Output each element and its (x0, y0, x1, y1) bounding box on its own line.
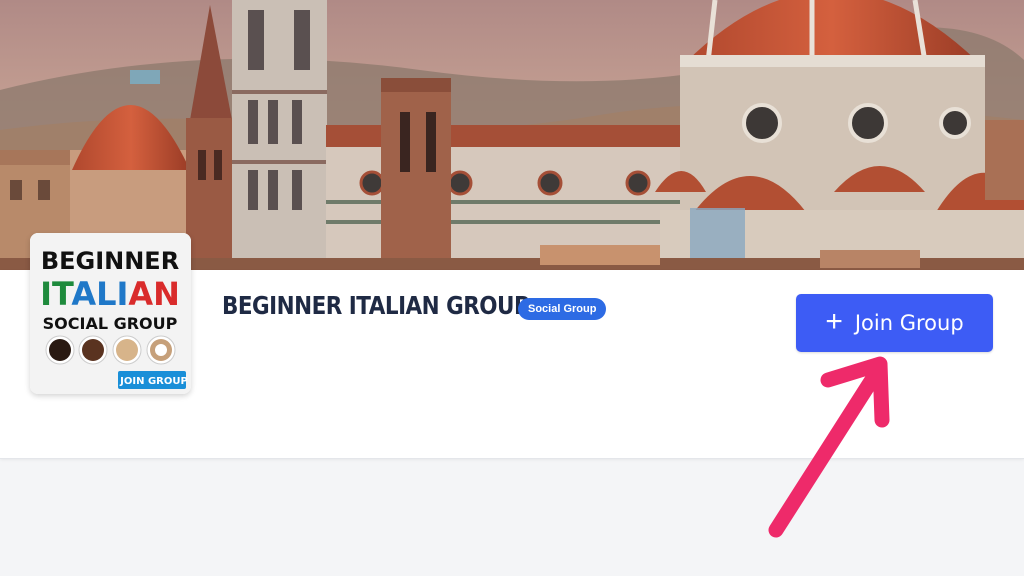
group-type-badge: Social Group (518, 298, 607, 320)
avatar-line2-it: IT (40, 275, 74, 313)
avatar-line2-ali: ALI (71, 275, 128, 313)
avatar-line3: SOCIAL GROUP (43, 314, 178, 333)
join-group-label: Join Group (854, 311, 964, 335)
cover-photo (0, 0, 1024, 272)
join-group-button[interactable]: + Join Group (796, 294, 993, 352)
group-logo-image: BEGINNER ITALIAN SOCIAL GROUP JOIN GROUP (30, 233, 191, 394)
avatar-line1: BEGINNER (41, 247, 179, 275)
avatar-line2: ITALIAN (40, 275, 180, 313)
group-title: BEGINNER ITALIAN GROUP (222, 291, 530, 320)
avatar-join-tag-label: JOIN GROUP (119, 376, 188, 387)
cover-image (0, 0, 1024, 272)
group-avatar[interactable]: BEGINNER ITALIAN SOCIAL GROUP JOIN GROUP (30, 233, 191, 394)
avatar-line2-an: AN (128, 275, 180, 313)
plus-icon: + (825, 304, 843, 338)
